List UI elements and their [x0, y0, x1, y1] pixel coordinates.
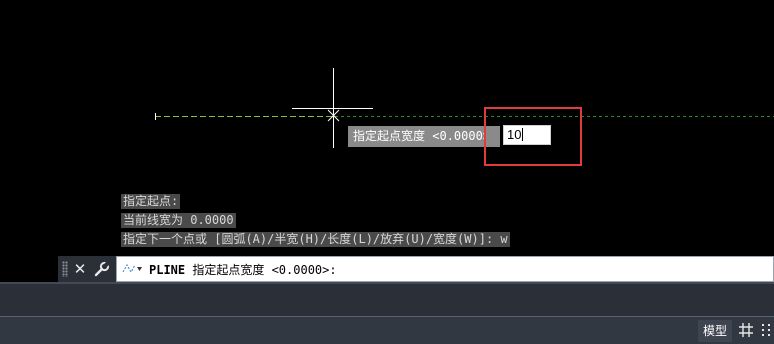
- annotation-highlight-box: [484, 107, 582, 166]
- command-history: 指定起点: 当前线宽为 0.0000 指定下一个点或 [圆弧(A)/半宽(H)/…: [121, 194, 510, 251]
- command-line-bar: ✕ PLINE 指定起点宽度 <0.0000>:: [58, 256, 774, 282]
- history-line: 指定下一个点或 [圆弧(A)/半宽(H)/长度(L)/放弃(U)/宽度(W)]:…: [121, 232, 510, 247]
- command-prompt: 指定起点宽度 <0.0000>:: [185, 262, 337, 277]
- drawing-canvas[interactable]: 指定起点宽度 <0.0000> 10 指定起点: 当前线宽为 0.0000 指定…: [0, 0, 774, 282]
- history-line: 指定起点:: [121, 194, 181, 209]
- command-name: PLINE: [149, 262, 186, 277]
- drag-grip-icon[interactable]: [62, 261, 68, 277]
- status-bar: 模型: [0, 316, 774, 344]
- layout-tab-bar: [0, 284, 774, 316]
- dynamic-input-prompt: 指定起点宽度 <0.0000>: [348, 126, 496, 147]
- command-input[interactable]: PLINE 指定起点宽度 <0.0000>:: [116, 256, 774, 282]
- close-icon[interactable]: ✕: [70, 259, 90, 279]
- command-prompt-icon[interactable]: [121, 260, 143, 278]
- grid-icon[interactable]: [738, 322, 754, 338]
- history-line: 当前线宽为 0.0000: [121, 213, 236, 228]
- model-space-button[interactable]: 模型: [698, 320, 733, 342]
- snap-dots-icon[interactable]: [760, 322, 774, 338]
- wrench-icon[interactable]: [92, 259, 112, 279]
- command-prompt-text: PLINE 指定起点宽度 <0.0000>:: [149, 261, 337, 278]
